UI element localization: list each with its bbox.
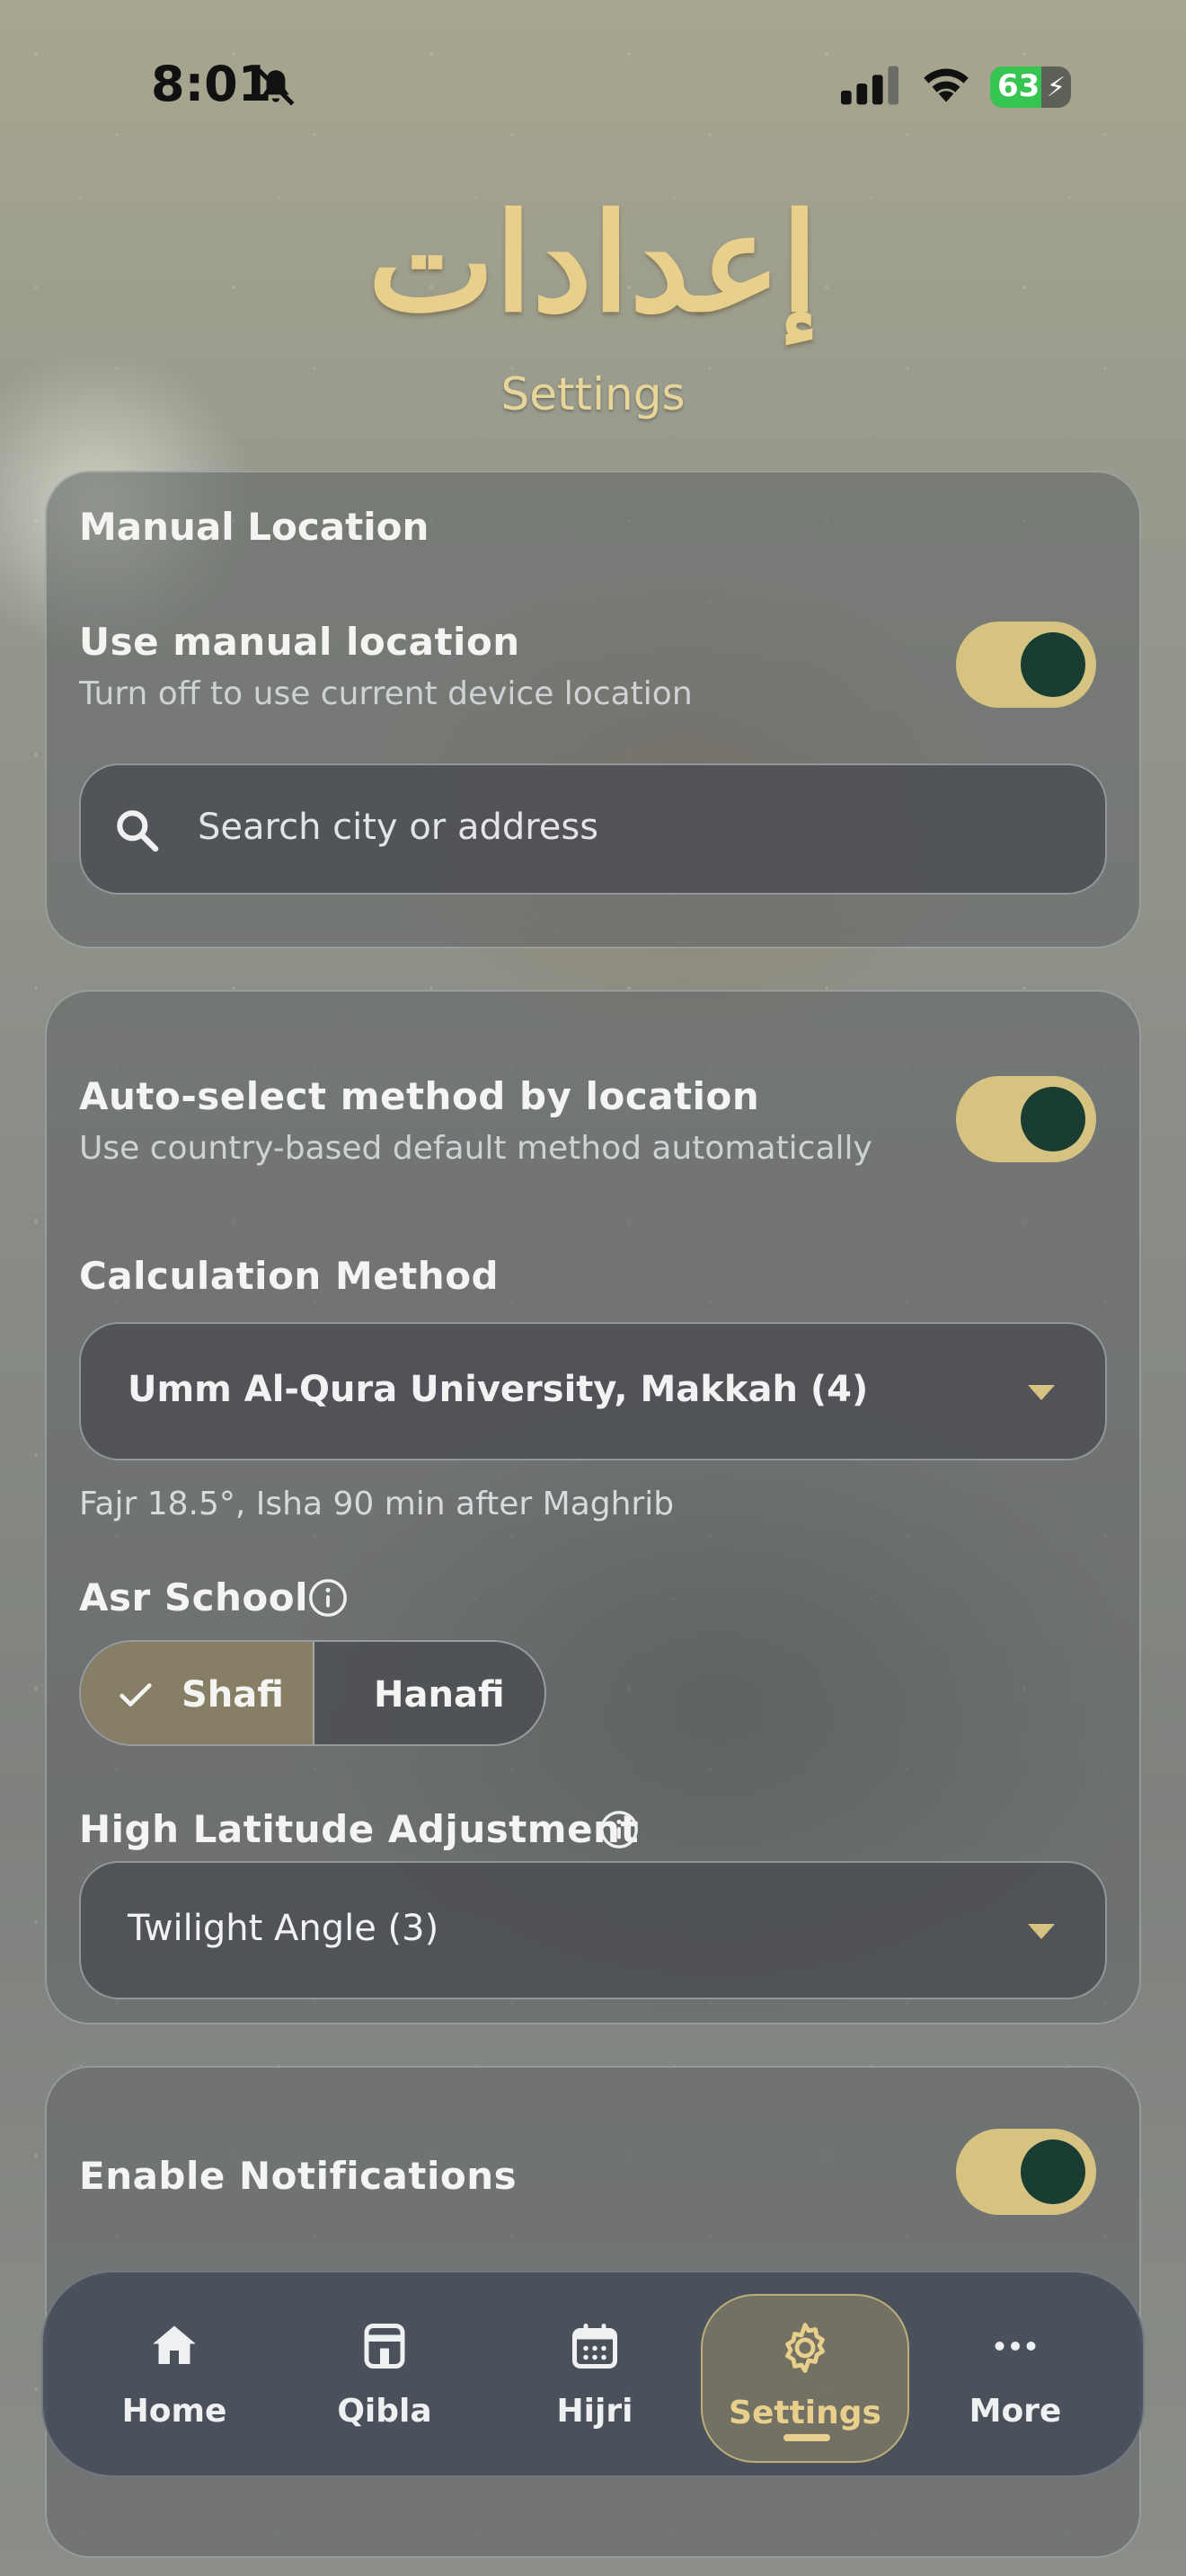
- checkmark-icon: [119, 1683, 152, 1707]
- tab-settings[interactable]: Settings: [701, 2294, 909, 2463]
- asr-option-shafi[interactable]: Shafi: [81, 1642, 314, 1744]
- charging-bolt-icon: ⚡: [1046, 72, 1066, 103]
- tab-hijri[interactable]: Hijri: [491, 2305, 699, 2448]
- asr-school-segmented-control: Shafi Hanafi: [79, 1640, 546, 1746]
- kaaba-icon: [364, 2324, 405, 2369]
- battery-indicator: 63 ⚡: [990, 66, 1071, 108]
- auto-method-label: Auto-select method by location: [79, 1074, 760, 1118]
- manual-location-card: Manual Location Use manual location Turn…: [45, 471, 1141, 948]
- bottom-tab-bar: Home Qibla Hijri Settings More: [41, 2271, 1145, 2477]
- asr-option-hanafi[interactable]: Hanafi: [313, 1642, 544, 1744]
- tab-label: Qibla: [337, 2393, 432, 2430]
- calculation-card: Auto-select method by location Use count…: [45, 990, 1141, 2025]
- calculation-method-title: Calculation Method: [79, 1254, 500, 1298]
- auto-method-description: Use country-based default method automat…: [79, 1130, 872, 1167]
- notifications-toggle[interactable]: [956, 2129, 1096, 2215]
- location-search-input[interactable]: Search city or address: [79, 763, 1107, 895]
- manual-location-label: Use manual location: [79, 620, 520, 664]
- manual-location-toggle[interactable]: [956, 622, 1096, 708]
- tab-label: Home: [121, 2393, 227, 2430]
- high-latitude-value: Twilight Angle (3): [128, 1908, 439, 1949]
- auto-method-toggle[interactable]: [956, 1076, 1096, 1162]
- asr-option-label: Shafi: [181, 1674, 284, 1716]
- asr-option-label: Hanafi: [374, 1674, 505, 1716]
- chevron-down-icon: [1028, 1924, 1055, 1939]
- search-placeholder: Search city or address: [198, 807, 599, 848]
- notifications-label: Enable Notifications: [79, 2154, 518, 2198]
- search-icon: [117, 810, 159, 852]
- status-bar: 8:01 63 ⚡: [0, 0, 1186, 171]
- home-icon: [153, 2325, 196, 2364]
- manual-location-description: Turn off to use current device location: [79, 675, 693, 712]
- wifi-icon: [924, 68, 969, 102]
- calculation-method-value: Umm Al-Qura University, Makkah (4): [128, 1369, 869, 1410]
- active-tab-indicator: [783, 2434, 830, 2441]
- page-title: Settings: [500, 368, 686, 420]
- asr-school-title: Asr School: [79, 1575, 308, 1619]
- calendar-icon: [572, 2324, 617, 2369]
- more-dots-icon: [995, 2342, 1036, 2351]
- gear-icon: [785, 2323, 825, 2373]
- high-latitude-select[interactable]: Twilight Angle (3): [79, 1861, 1107, 1999]
- tab-more[interactable]: More: [911, 2305, 1120, 2448]
- bell-slash-icon: [257, 68, 295, 106]
- toggle-knob: [1021, 1087, 1085, 1151]
- toggle-knob: [1021, 632, 1085, 697]
- info-icon[interactable]: [598, 1809, 640, 1850]
- tab-home[interactable]: Home: [70, 2305, 279, 2448]
- section-title: Manual Location: [79, 505, 429, 549]
- battery-percent: 63: [997, 68, 1040, 104]
- tab-qibla[interactable]: Qibla: [280, 2305, 489, 2448]
- tab-label: More: [969, 2393, 1062, 2430]
- method-details: Fajr 18.5°, Isha 90 min after Maghrib: [79, 1486, 675, 1522]
- cellular-signal-icon: [841, 66, 899, 105]
- toggle-knob: [1021, 2139, 1085, 2204]
- tab-label: Hijri: [556, 2393, 633, 2430]
- info-icon[interactable]: [307, 1577, 349, 1619]
- chevron-down-icon: [1028, 1385, 1055, 1400]
- calculation-method-select[interactable]: Umm Al-Qura University, Makkah (4): [79, 1322, 1107, 1460]
- high-latitude-title: High Latitude Adjustment: [79, 1807, 640, 1851]
- arabic-page-title: إعدادات: [367, 184, 819, 342]
- tab-label: Settings: [729, 2395, 881, 2431]
